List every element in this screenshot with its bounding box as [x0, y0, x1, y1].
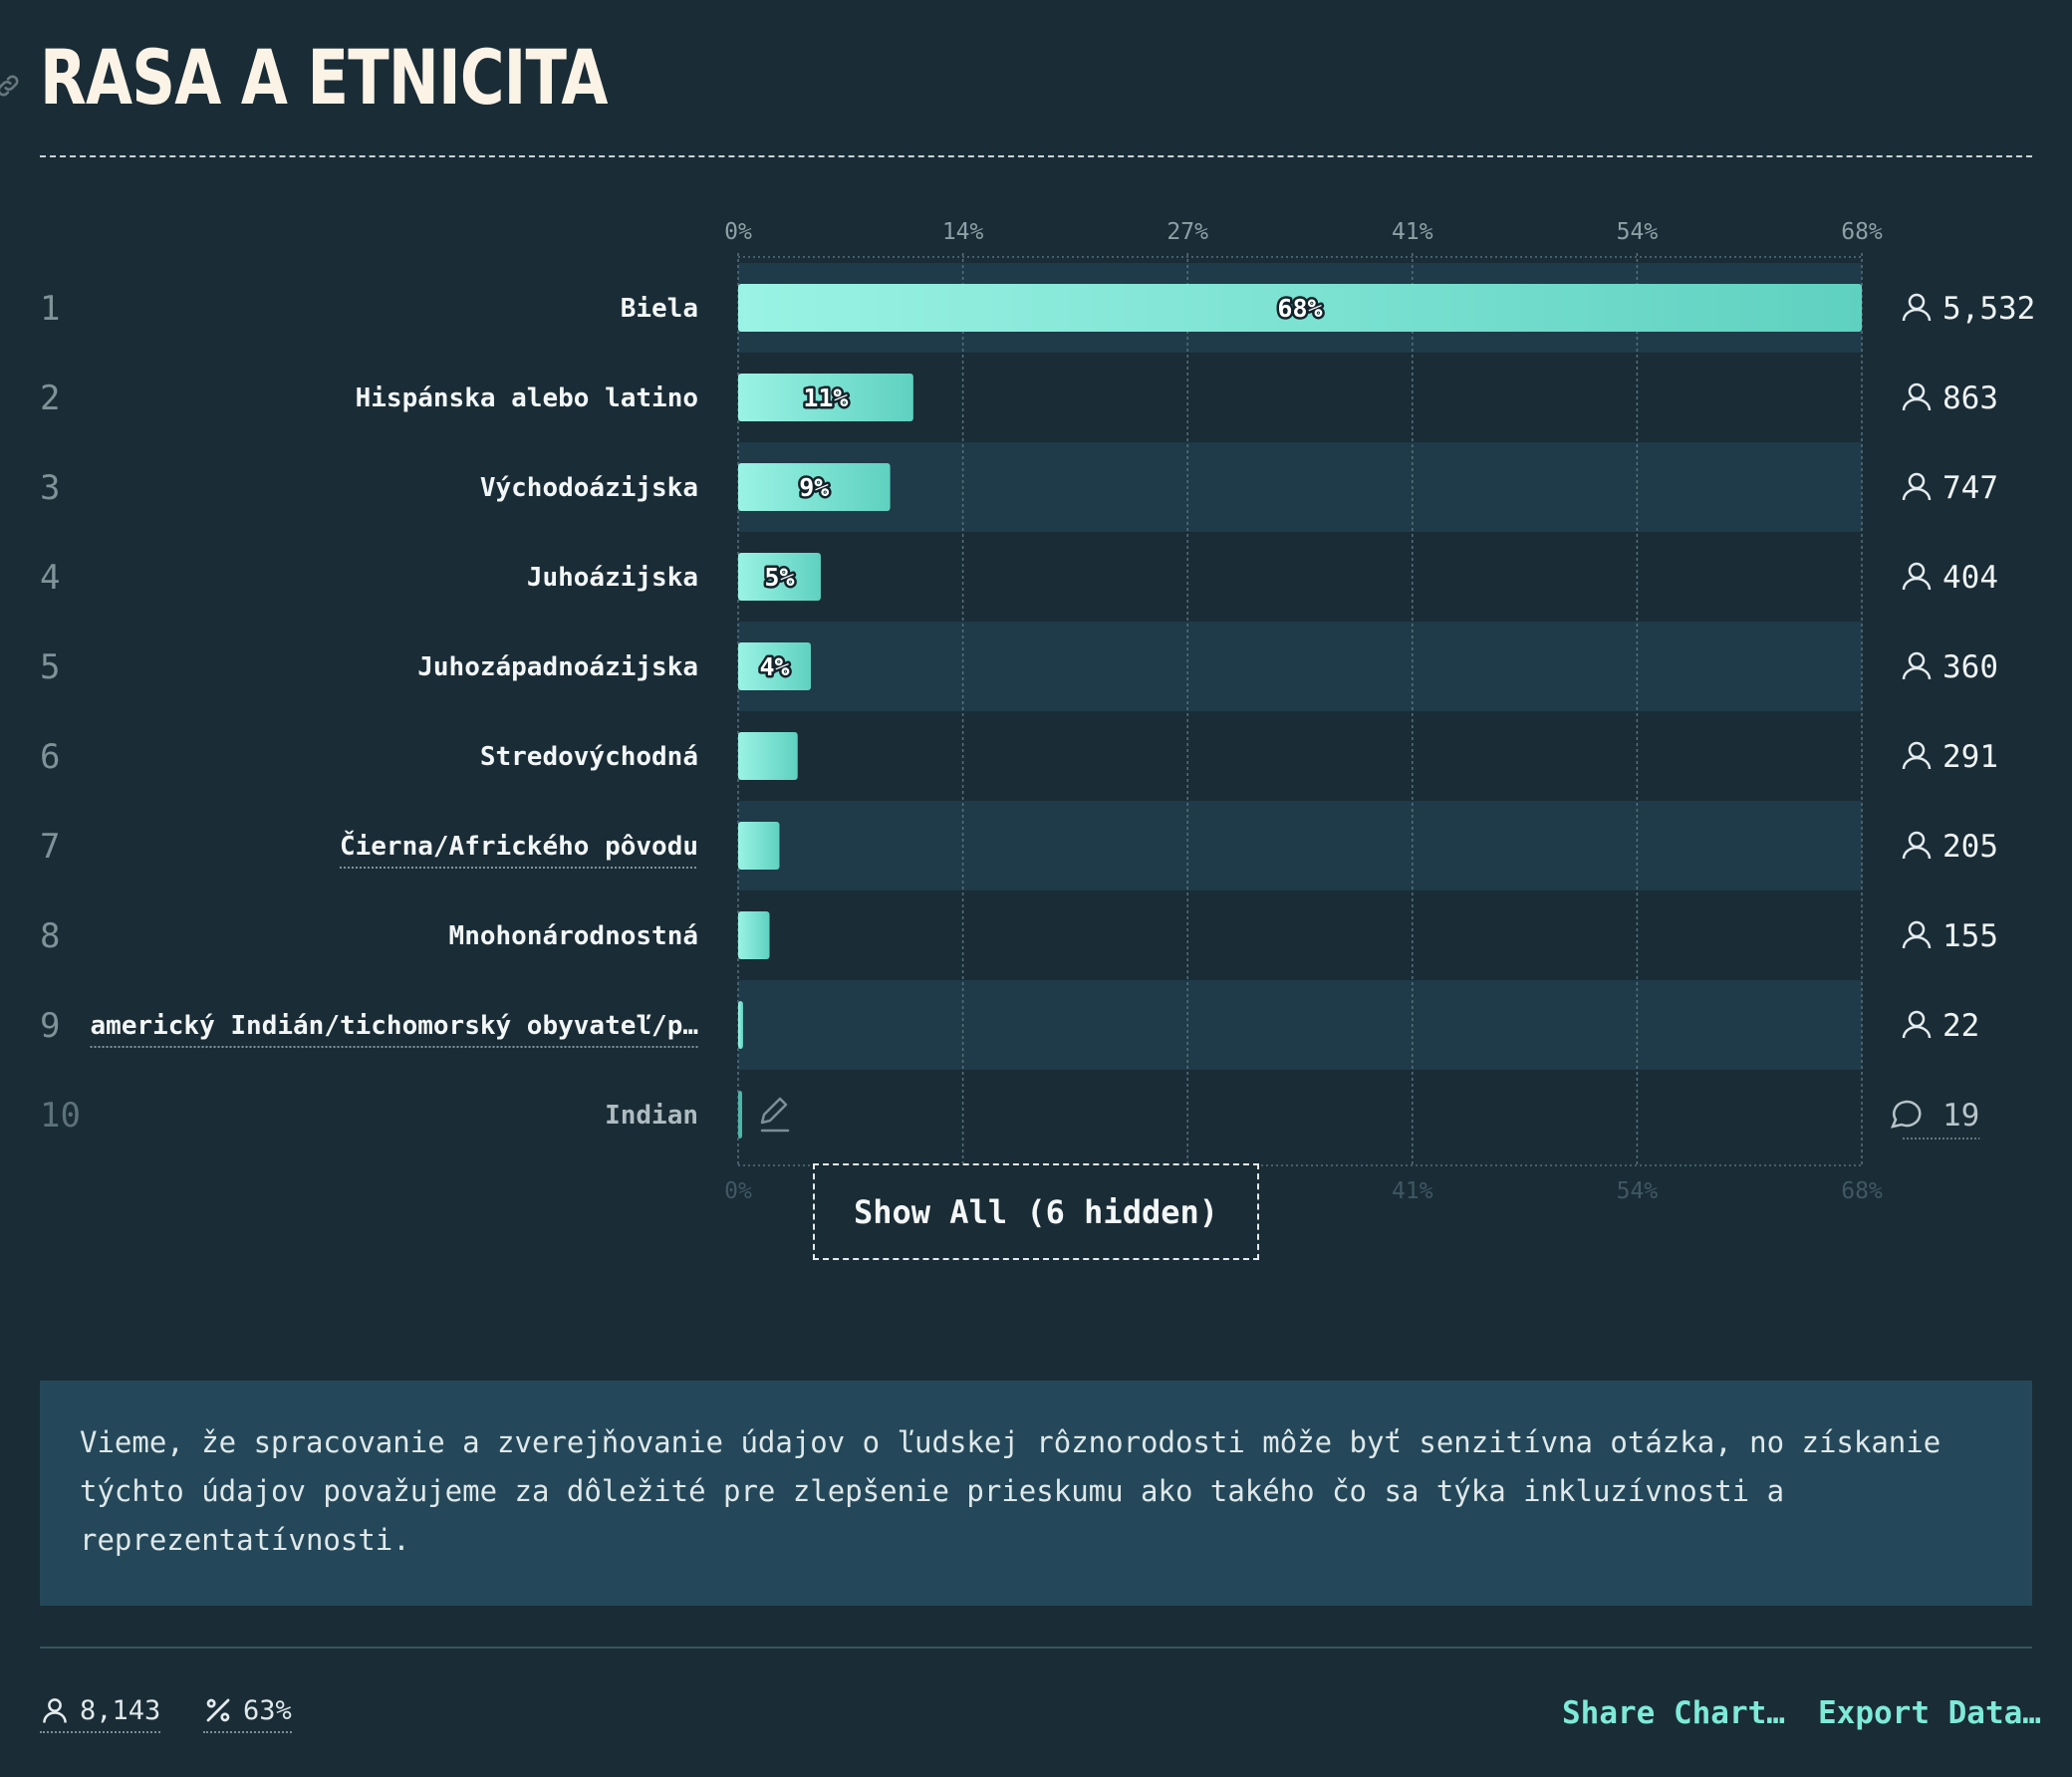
person-icon	[1902, 741, 1932, 770]
count-value: 747	[1942, 470, 1998, 506]
row-rank: 6	[40, 737, 60, 777]
category-label: Juhoázijska	[527, 563, 698, 593]
pencil-icon[interactable]	[760, 1097, 790, 1133]
head	[1908, 472, 1926, 490]
category-label: Indian	[605, 1101, 698, 1131]
person-icon	[1902, 382, 1932, 411]
bar-value-label: 5%	[764, 563, 794, 592]
export-data-button[interactable]: Export Data…	[1818, 1693, 2041, 1733]
count-value: 155	[1942, 918, 1998, 954]
tick-label-top: 68%	[1841, 219, 1883, 245]
category-label: Mnohonárodnostná	[449, 921, 698, 951]
head	[1908, 651, 1926, 669]
count-value: 5,532	[1942, 291, 2035, 327]
bar-value-label: 9%	[799, 473, 829, 502]
person-icon	[1902, 293, 1932, 322]
shoulders	[1902, 308, 1932, 322]
count-value: 205	[1942, 829, 1998, 865]
person-icon	[1902, 562, 1932, 591]
data-bar[interactable]	[738, 822, 780, 870]
person-icon	[1902, 831, 1932, 860]
shoulders	[1902, 577, 1932, 591]
shoulders	[1902, 666, 1932, 680]
row-rank: 3	[40, 468, 60, 508]
person-icon	[1902, 472, 1932, 501]
bubble	[1890, 1100, 1922, 1129]
shoulders	[1902, 846, 1932, 860]
count-value: 360	[1942, 649, 1998, 685]
percent-stat[interactable]: 63%	[203, 1693, 292, 1733]
tick-label-bottom: 0%	[724, 1178, 752, 1204]
shoulders	[1902, 1025, 1932, 1039]
row-rank: 7	[40, 827, 60, 867]
count-value: 863	[1942, 381, 1998, 416]
category-label: Juhozápadnoázijska	[417, 652, 698, 682]
row-rank: 1	[40, 289, 60, 329]
category-label: Biela	[621, 294, 698, 324]
pencil-body	[760, 1097, 788, 1125]
bar-value-label: 4%	[759, 652, 789, 681]
percent-icon	[206, 1698, 230, 1722]
row-band	[738, 442, 1862, 532]
comment-icon	[1890, 1100, 1922, 1129]
show-all-button[interactable]: Show All (6 hidden)	[813, 1163, 1259, 1260]
shoulders	[1902, 935, 1932, 949]
count-value: 404	[1942, 560, 1998, 596]
category-label: Čierna/Afrického pôvodu	[340, 830, 698, 862]
respondents-count: 8,143	[80, 1694, 161, 1726]
head	[1908, 741, 1926, 759]
footer-divider	[40, 1647, 2032, 1649]
share-chart-button[interactable]: Share Chart…	[1562, 1693, 1785, 1733]
person-icon	[1902, 1010, 1932, 1039]
tick-label-top: 54%	[1617, 219, 1659, 245]
head	[1908, 1010, 1926, 1028]
count-value: 19	[1942, 1098, 1979, 1134]
row-rank: 9	[40, 1006, 60, 1046]
row-rank: 2	[40, 379, 60, 418]
tick-label-bottom: 68%	[1841, 1178, 1883, 1204]
data-bar[interactable]	[738, 1091, 742, 1139]
category-label: Východoázijska	[480, 473, 698, 503]
row-band	[738, 801, 1862, 890]
person-icon	[1902, 920, 1932, 949]
head	[1908, 293, 1926, 311]
category-label: Hispánska alebo latino	[356, 383, 698, 413]
row-rank: 4	[40, 558, 60, 598]
row-rank: 8	[40, 916, 60, 956]
bar-chart: 0%0%14%14%27%27%41%41%54%54%68%68% 1Biel…	[40, 219, 2035, 1204]
category-label: americký Indián/tichomorský obyvateľ/p…	[91, 1011, 698, 1041]
tick-label-bottom: 54%	[1617, 1178, 1659, 1204]
privacy-note: Vieme, že spracovanie a zverejňovanie úd…	[40, 1381, 2032, 1606]
tick-label-top: 27%	[1166, 219, 1208, 245]
row-band	[738, 622, 1862, 711]
shoulders	[1902, 487, 1932, 501]
row-rank: 5	[40, 647, 60, 687]
person-icon	[43, 1698, 67, 1723]
head	[1908, 831, 1926, 849]
tick-label-top: 41%	[1392, 219, 1433, 245]
data-bar[interactable]	[738, 732, 798, 780]
row-band	[738, 980, 1862, 1070]
tick-label-top: 14%	[942, 219, 984, 245]
shoulders	[1902, 756, 1932, 770]
respondents-stat[interactable]: 8,143	[40, 1693, 161, 1733]
bar-value-label: 11%	[803, 383, 848, 412]
count-value: 291	[1942, 739, 1998, 775]
count-value: 22	[1942, 1008, 1979, 1044]
category-label: Stredovýchodná	[480, 742, 698, 772]
head	[1908, 920, 1926, 938]
percent-value: 63%	[243, 1694, 292, 1726]
person-icon	[1902, 651, 1932, 680]
head	[1908, 562, 1926, 580]
tick-label-top: 0%	[724, 219, 752, 245]
head	[1908, 382, 1926, 400]
data-bar[interactable]	[738, 1001, 743, 1049]
data-bar[interactable]	[738, 911, 770, 959]
bar-value-label: 68%	[1277, 294, 1322, 323]
tick-label-bottom: 41%	[1392, 1178, 1433, 1204]
shoulders	[1902, 397, 1932, 411]
row-rank: 10	[40, 1096, 81, 1136]
